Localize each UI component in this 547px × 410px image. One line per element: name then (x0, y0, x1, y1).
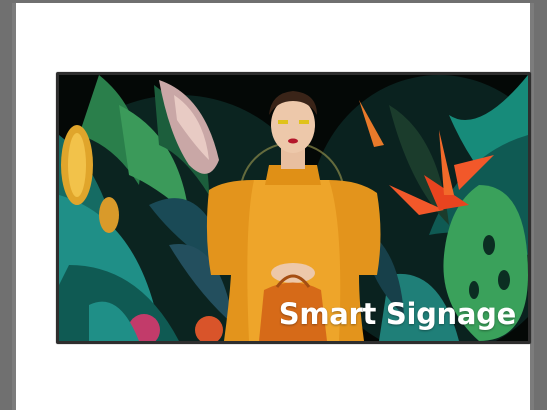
page-canvas: Smart Signage (12, 3, 534, 410)
headline-text: Smart Signage (278, 297, 517, 331)
display-screen: Smart Signage (59, 75, 528, 341)
display-monitor: Smart Signage (56, 72, 531, 344)
